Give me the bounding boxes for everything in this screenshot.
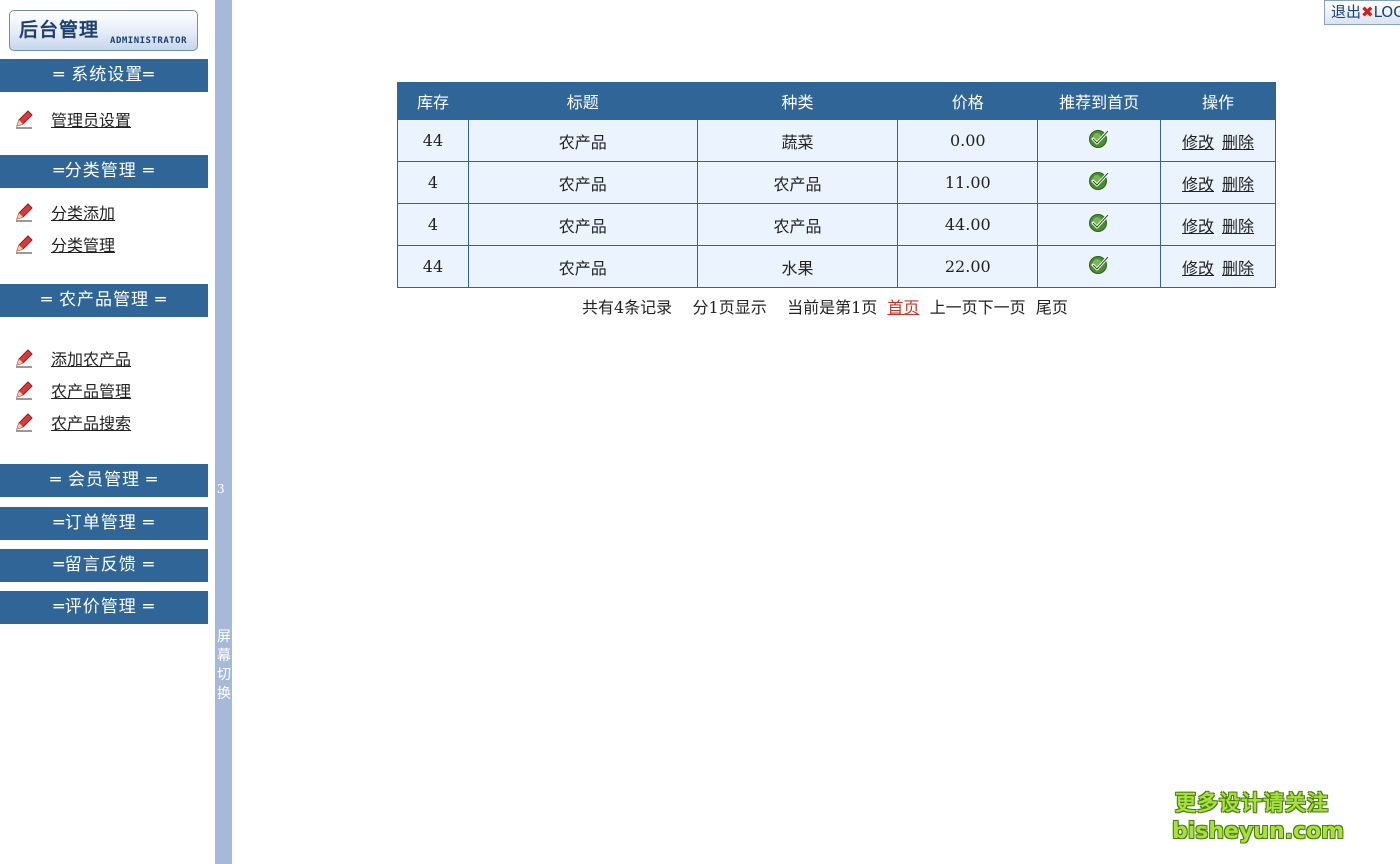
sidebar-link-category-add[interactable]: 分类添加 bbox=[51, 200, 115, 224]
table-row: 44 农产品 蔬菜 0.00 修改 删除 bbox=[397, 119, 1276, 162]
header-type: 种类 bbox=[696, 82, 899, 120]
sidebar-link-category-manage[interactable]: 分类管理 bbox=[51, 232, 115, 256]
edit-link[interactable]: 修改 bbox=[1182, 217, 1214, 236]
admin-logo: 后台管理 ADMINISTRATOR bbox=[9, 10, 198, 51]
logo-subtitle: ADMINISTRATOR bbox=[110, 36, 187, 46]
checkmark-icon bbox=[1089, 171, 1110, 190]
cell-title: 农产品 bbox=[467, 161, 698, 204]
logout-button[interactable]: 退出✖LOGOUT bbox=[1324, 0, 1400, 25]
cell-recommend bbox=[1037, 161, 1162, 204]
pencil-icon bbox=[16, 413, 33, 432]
header-actions: 操作 bbox=[1160, 82, 1276, 120]
cell-actions: 修改 删除 bbox=[1160, 203, 1276, 246]
cell-title: 农产品 bbox=[467, 245, 698, 288]
delete-link[interactable]: 删除 bbox=[1222, 133, 1254, 152]
cell-price: 44.00 bbox=[897, 203, 1039, 246]
section-system-settings[interactable]: ═ 系统设置═ bbox=[0, 59, 208, 92]
logout-suffix: LOGOUT bbox=[1373, 3, 1400, 21]
divider-toggle-number[interactable]: 3 bbox=[217, 482, 225, 496]
cell-recommend bbox=[1037, 203, 1162, 246]
header-recommend: 推荐到首页 bbox=[1037, 82, 1162, 120]
checkmark-icon bbox=[1089, 129, 1110, 148]
pager-pages: 分1页显示 bbox=[692, 298, 767, 317]
sidebar-link-product-manage[interactable]: 农产品管理 bbox=[51, 378, 131, 402]
section-review-management[interactable]: ═评价管理 ═ bbox=[0, 591, 208, 624]
watermark: 更多设计请关注 bisheyun.com bbox=[1172, 787, 1345, 844]
pencil-icon bbox=[16, 381, 33, 400]
sidebar-link-admin-settings[interactable]: 管理员设置 bbox=[51, 107, 131, 131]
cell-stock: 44 bbox=[397, 119, 469, 162]
close-icon: ✖ bbox=[1361, 3, 1374, 21]
screen-switch-button[interactable]: 屏 幕 切 换 bbox=[216, 628, 232, 704]
section-product-management[interactable]: ═ 农产品管理 ═ bbox=[0, 284, 208, 317]
table-row: 4 农产品 农产品 11.00 修改 删除 bbox=[397, 161, 1276, 204]
pagination: 共有4条记录 分1页显示 当前是第1页 首页 上一页下一页 尾页 bbox=[582, 294, 1068, 318]
pencil-icon bbox=[16, 110, 33, 129]
cell-type: 蔬菜 bbox=[696, 119, 899, 162]
sidebar-item-category-manage[interactable]: 分类管理 bbox=[14, 232, 115, 256]
cell-actions: 修改 删除 bbox=[1160, 119, 1276, 162]
table-row: 4 农产品 农产品 44.00 修改 删除 bbox=[397, 203, 1276, 246]
checkmark-icon bbox=[1089, 213, 1110, 232]
cell-price: 11.00 bbox=[897, 161, 1039, 204]
cell-type: 水果 bbox=[696, 245, 899, 288]
table-header-row: 库存 标题 种类 价格 推荐到首页 操作 bbox=[397, 82, 1276, 120]
pager-first-link[interactable]: 首页 bbox=[887, 298, 919, 317]
screen-switch-char: 幕 bbox=[217, 648, 231, 664]
section-member-management[interactable]: ═ 会员管理 ═ bbox=[0, 464, 208, 497]
edit-link[interactable]: 修改 bbox=[1182, 133, 1214, 152]
pencil-icon bbox=[16, 349, 33, 368]
cell-actions: 修改 删除 bbox=[1160, 245, 1276, 288]
cell-stock: 4 bbox=[397, 161, 469, 204]
logout-label: 退出 bbox=[1331, 3, 1362, 21]
cell-title: 农产品 bbox=[467, 119, 698, 162]
edit-link[interactable]: 修改 bbox=[1182, 175, 1214, 194]
watermark-line2: bisheyun.com bbox=[1172, 819, 1345, 844]
section-order-management[interactable]: ═订单管理 ═ bbox=[0, 507, 208, 540]
cell-recommend bbox=[1037, 245, 1162, 288]
table-row: 44 农产品 水果 22.00 修改 删除 bbox=[397, 245, 1276, 288]
cell-recommend bbox=[1037, 119, 1162, 162]
delete-link[interactable]: 删除 bbox=[1222, 175, 1254, 194]
checkmark-icon bbox=[1089, 255, 1110, 274]
sidebar-item-product-search[interactable]: 农产品搜索 bbox=[14, 410, 131, 434]
sidebar-item-product-manage[interactable]: 农产品管理 bbox=[14, 378, 131, 402]
cell-stock: 4 bbox=[397, 203, 469, 246]
section-category-management[interactable]: ═分类管理 ═ bbox=[0, 155, 208, 188]
sidebar-item-category-add[interactable]: 分类添加 bbox=[14, 200, 115, 224]
cell-type: 农产品 bbox=[696, 203, 899, 246]
sidebar: 后台管理 ADMINISTRATOR ═ 系统设置═ 管理员设置 ═分类管理 ═… bbox=[0, 0, 215, 864]
sidebar-link-product-add[interactable]: 添加农产品 bbox=[51, 346, 131, 370]
pencil-icon bbox=[16, 203, 33, 222]
pager-current: 当前是第1页 bbox=[787, 298, 878, 317]
watermark-line1: 更多设计请关注 bbox=[1175, 791, 1329, 815]
section-feedback[interactable]: ═留言反馈 ═ bbox=[0, 549, 208, 582]
frame-divider[interactable] bbox=[215, 0, 232, 864]
header-title: 标题 bbox=[467, 82, 698, 120]
edit-link[interactable]: 修改 bbox=[1182, 259, 1214, 278]
sidebar-item-admin-settings[interactable]: 管理员设置 bbox=[14, 107, 131, 131]
screen-switch-char: 屏 bbox=[217, 629, 231, 645]
cell-actions: 修改 删除 bbox=[1160, 161, 1276, 204]
delete-link[interactable]: 删除 bbox=[1222, 217, 1254, 236]
logo-title: 后台管理 bbox=[19, 19, 100, 41]
cell-price: 0.00 bbox=[897, 119, 1039, 162]
cell-title: 农产品 bbox=[467, 203, 698, 246]
product-table: 库存 标题 种类 价格 推荐到首页 操作 44 农产品 蔬菜 0.00 修改 删除… bbox=[397, 82, 1276, 288]
header-price: 价格 bbox=[897, 82, 1039, 120]
screen-switch-char: 切 bbox=[217, 667, 231, 683]
pager-prev-link[interactable]: 上一页 bbox=[930, 298, 978, 317]
cell-type: 农产品 bbox=[696, 161, 899, 204]
delete-link[interactable]: 删除 bbox=[1222, 259, 1254, 278]
pager-total: 共有4条记录 bbox=[582, 298, 673, 317]
pager-next-link[interactable]: 下一页 bbox=[978, 298, 1026, 317]
screen-switch-char: 换 bbox=[217, 686, 231, 702]
cell-price: 22.00 bbox=[897, 245, 1039, 288]
sidebar-link-product-search[interactable]: 农产品搜索 bbox=[51, 410, 131, 434]
cell-stock: 44 bbox=[397, 245, 469, 288]
pager-last-link[interactable]: 尾页 bbox=[1036, 298, 1068, 317]
sidebar-item-product-add[interactable]: 添加农产品 bbox=[14, 346, 131, 370]
header-stock: 库存 bbox=[397, 82, 469, 120]
pencil-icon bbox=[16, 235, 33, 254]
